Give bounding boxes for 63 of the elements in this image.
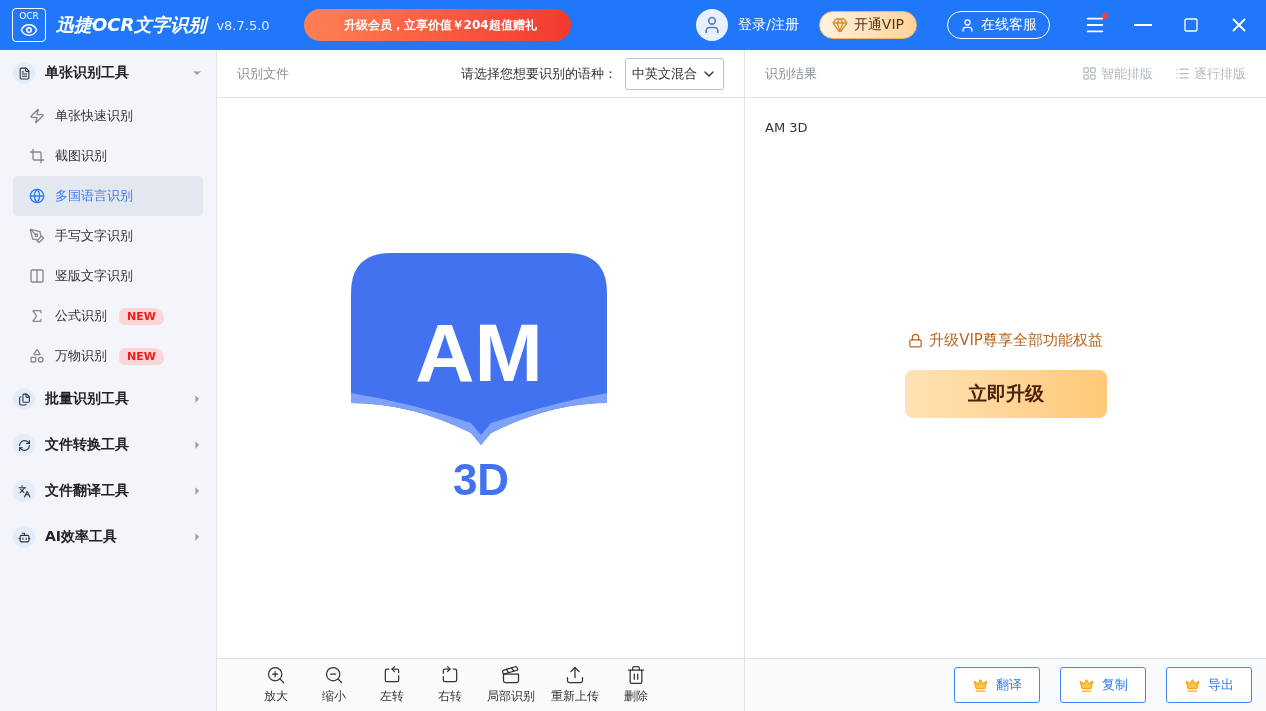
toolbar-button[interactable]: 删除	[607, 665, 665, 705]
list-icon	[1175, 66, 1190, 81]
vip-button[interactable]: 开通VIP	[818, 11, 917, 39]
sidebar-group[interactable]: 文件翻译工具	[13, 468, 203, 514]
upgrade-button[interactable]: 立即升级	[904, 370, 1107, 418]
sidebar-group[interactable]: AI效率工具	[13, 514, 203, 560]
action-button[interactable]: 翻译	[954, 667, 1040, 703]
avatar-icon[interactable]	[696, 9, 729, 41]
gem-icon	[831, 17, 848, 33]
language-label: 请选择您想要识别的语种：	[461, 64, 617, 83]
toolbar-button[interactable]: 局部识别	[479, 665, 543, 705]
logo-text: OCR	[19, 11, 39, 21]
toolbar-button[interactable]: 左转	[363, 665, 421, 705]
maximize-icon	[1183, 17, 1199, 33]
action-button[interactable]: 导出	[1166, 667, 1252, 703]
document-icon	[13, 62, 35, 84]
toolbar-button[interactable]: 放大	[247, 665, 305, 705]
translate-icon	[13, 480, 35, 502]
sidebar-item[interactable]: 手写文字识别	[13, 216, 203, 256]
pen-icon	[29, 228, 45, 244]
version-text: v8.7.5.0	[216, 17, 270, 33]
result-text: AM 3D	[765, 120, 809, 135]
grid-icon	[1082, 66, 1097, 81]
zoom-out-icon	[324, 665, 344, 685]
sidebar-group[interactable]: 批量识别工具	[13, 376, 203, 422]
new-badge: NEW	[119, 307, 164, 325]
user-icon	[960, 17, 975, 33]
crown-icon	[1078, 677, 1094, 693]
sidebar-item[interactable]: 单张快速识别	[13, 96, 203, 136]
sidebar-item[interactable]: 万物识别 NEW	[13, 336, 203, 376]
zoom-in-icon	[266, 665, 286, 685]
app-title: 迅捷OCR文字识别	[56, 13, 207, 37]
documents-icon	[13, 388, 35, 410]
sigma-icon	[29, 308, 45, 324]
clapperboard-icon	[501, 665, 521, 685]
toolbar-button[interactable]: 缩小	[305, 665, 363, 705]
language-select[interactable]: 中英文混合	[625, 57, 724, 90]
panel-title: 识别文件	[237, 64, 289, 83]
toolbar-button[interactable]: 重新上传	[543, 665, 607, 705]
minimize-icon	[1134, 24, 1152, 26]
trash-icon	[626, 665, 646, 685]
action-button[interactable]: 复制	[1060, 667, 1146, 703]
login-link[interactable]: 登录/注册	[738, 16, 799, 34]
sidebar-group[interactable]: 文件转换工具	[13, 422, 203, 468]
sidebar-item[interactable]: 竖版文字识别	[13, 256, 203, 296]
sidebar-item[interactable]: 截图识别	[13, 136, 203, 176]
crop-icon	[29, 148, 45, 164]
lock-icon	[908, 333, 924, 348]
globe-icon	[29, 188, 45, 204]
sidebar-item[interactable]: 公式识别 NEW	[13, 296, 203, 336]
sidebar-group[interactable]: 单张识别工具	[13, 50, 203, 96]
crown-icon	[972, 677, 988, 693]
panel-title: 识别结果	[765, 64, 817, 83]
vip-notice: 升级VIP尊享全部功能权益	[908, 331, 1103, 350]
upload-icon	[565, 665, 585, 685]
columns-icon	[29, 268, 45, 284]
rotate-left-icon	[382, 665, 402, 685]
toolbar-button[interactable]: 右转	[421, 665, 479, 705]
crown-icon	[1184, 677, 1200, 693]
refresh-icon	[13, 434, 35, 456]
new-badge: NEW	[119, 347, 164, 365]
shapes-icon	[29, 348, 45, 364]
rotate-right-icon	[440, 665, 460, 685]
